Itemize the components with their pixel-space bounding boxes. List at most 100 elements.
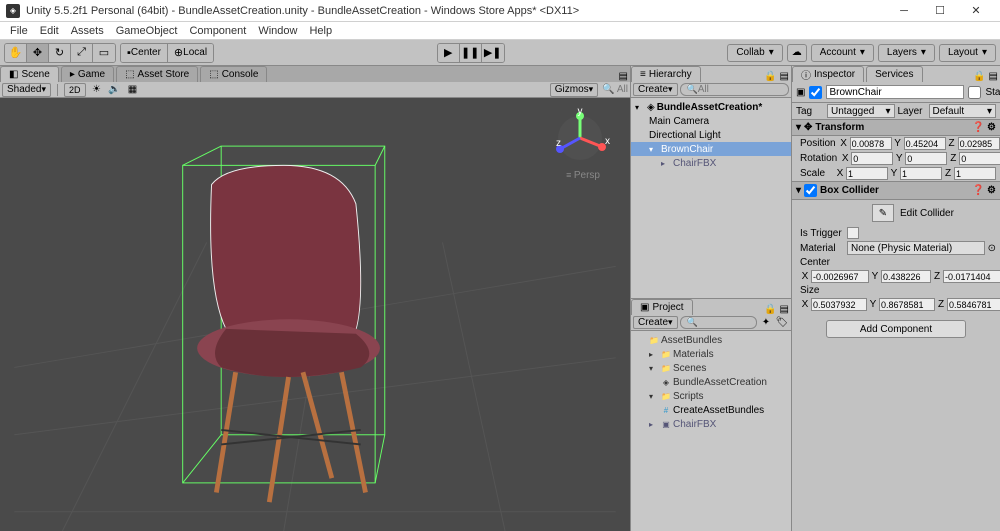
tab-menu-icon[interactable]: ▤ xyxy=(619,71,630,82)
tab-console[interactable]: ⬚Console xyxy=(200,66,267,82)
menu-assets[interactable]: Assets xyxy=(65,23,110,39)
position-z-input[interactable] xyxy=(958,137,1000,150)
center-z-input[interactable] xyxy=(943,270,1000,283)
rotate-tool[interactable]: ↻ xyxy=(49,44,71,62)
project-folder-scripts[interactable]: ▾📁Scripts xyxy=(631,389,791,403)
project-label-icon[interactable]: 🏷 xyxy=(775,317,789,328)
project-folder-scenes[interactable]: ▾📁Scenes xyxy=(631,361,791,375)
close-button[interactable]: ✕ xyxy=(958,0,994,22)
menu-edit[interactable]: Edit xyxy=(34,23,65,39)
size-y-input[interactable] xyxy=(879,298,935,311)
layer-dropdown[interactable]: Default▾ xyxy=(929,104,997,118)
tab-services[interactable]: Services xyxy=(866,66,922,82)
hierarchy-item-chairfbx[interactable]: ▸ChairFBX xyxy=(631,156,791,170)
static-checkbox[interactable] xyxy=(968,86,981,99)
boxcollider-help-icon[interactable]: ❓ xyxy=(972,185,984,196)
hierarchy-scene-root[interactable]: ▾◈ BundleAssetCreation* xyxy=(631,100,791,114)
gameobject-name-input[interactable] xyxy=(826,85,964,99)
size-x-input[interactable] xyxy=(811,298,867,311)
position-y-input[interactable] xyxy=(904,137,946,150)
rotation-y-input[interactable] xyxy=(905,152,947,165)
project-create-dropdown[interactable]: Create ▾ xyxy=(633,316,678,329)
collab-dropdown[interactable]: Collab ▾ xyxy=(727,44,782,62)
menu-window[interactable]: Window xyxy=(252,23,303,39)
maximize-button[interactable]: ☐ xyxy=(922,0,958,22)
project-folder-materials[interactable]: ▸📁Materials xyxy=(631,347,791,361)
physic-material-field[interactable]: None (Physic Material) xyxy=(847,241,985,255)
scene-render xyxy=(0,98,630,531)
hierarchy-search-input[interactable]: 🔍All xyxy=(680,83,789,96)
tab-inspector[interactable]: ⓘ Inspector xyxy=(792,66,864,82)
gameobject-active-checkbox[interactable] xyxy=(809,86,822,99)
lighting-toggle-icon[interactable]: ☀ xyxy=(90,83,104,97)
tab-hierarchy[interactable]: ≡ Hierarchy xyxy=(631,66,701,82)
menu-gameobject[interactable]: GameObject xyxy=(110,23,184,39)
boxcollider-gear-icon[interactable]: ⚙ xyxy=(987,185,996,196)
account-dropdown[interactable]: Account ▾ xyxy=(811,44,874,62)
pause-button[interactable]: ❚❚ xyxy=(460,44,482,62)
tab-game[interactable]: ▸Game xyxy=(61,66,114,82)
scale-x-input[interactable] xyxy=(846,167,888,180)
hierarchy-item-main-camera[interactable]: Main Camera xyxy=(631,114,791,128)
center-y-input[interactable] xyxy=(881,270,931,283)
istrigger-checkbox[interactable] xyxy=(847,227,859,239)
transform-gear-icon[interactable]: ⚙ xyxy=(987,122,996,133)
static-label: Static xyxy=(985,87,1000,98)
tab-project[interactable]: ▣ Project xyxy=(631,299,693,315)
scene-search-input[interactable]: 🔍 All xyxy=(602,84,628,95)
add-component-button[interactable]: Add Component xyxy=(826,320,966,338)
scale-y-input[interactable] xyxy=(900,167,942,180)
layers-dropdown[interactable]: Layers ▾ xyxy=(878,44,935,62)
edit-collider-button[interactable]: ✎ xyxy=(872,204,894,222)
move-tool[interactable]: ✥ xyxy=(27,44,49,62)
project-prefab-chairfbx[interactable]: ▸▣ChairFBX xyxy=(631,417,791,431)
cloud-button[interactable]: ☁ xyxy=(787,44,807,62)
center-x-input[interactable] xyxy=(811,270,869,283)
local-space-button[interactable]: ⊕ Local xyxy=(168,44,213,62)
size-z-input[interactable] xyxy=(947,298,1000,311)
position-x-input[interactable] xyxy=(850,137,892,150)
scale-z-input[interactable] xyxy=(954,167,996,180)
step-button[interactable]: ▶❚ xyxy=(482,44,504,62)
tag-dropdown[interactable]: Untagged▾ xyxy=(827,104,895,118)
project-folder-assetbundles[interactable]: 📁AssetBundles xyxy=(631,333,791,347)
hand-tool[interactable]: ✋ xyxy=(5,44,27,62)
project-filter-icon[interactable]: ✦ xyxy=(759,317,773,328)
scale-tool[interactable]: ⤢ xyxy=(71,44,93,62)
hierarchy-item-brownchair[interactable]: ▾BrownChair xyxy=(631,142,791,156)
boxcollider-component-header[interactable]: ▾ Box Collider ❓ ⚙ xyxy=(792,181,1000,200)
layout-dropdown[interactable]: Layout ▾ xyxy=(939,44,996,62)
scene-viewport[interactable]: y x z ≡ Persp xyxy=(0,98,630,531)
project-script-createassetbundles[interactable]: #CreateAssetBundles xyxy=(631,403,791,417)
menu-help[interactable]: Help xyxy=(303,23,338,39)
rotation-x-input[interactable] xyxy=(851,152,893,165)
menu-component[interactable]: Component xyxy=(183,23,252,39)
project-scene-bundleassetcreation[interactable]: ◈BundleAssetCreation xyxy=(631,375,791,389)
perspective-label[interactable]: ≡ Persp xyxy=(566,170,600,181)
minimize-button[interactable]: ─ xyxy=(886,0,922,22)
center-pivot-button[interactable]: ▪ Center xyxy=(121,44,168,62)
position-label: Position xyxy=(796,138,836,149)
fx-toggle-icon[interactable]: ▦ xyxy=(126,83,140,97)
project-lock-icon[interactable]: 🔒 ▤ xyxy=(764,304,791,315)
shading-mode-dropdown[interactable]: Shaded ▾ xyxy=(2,83,51,97)
transform-component-header[interactable]: ▾✥ Transform ❓ ⚙ xyxy=(792,119,1000,136)
project-search-input[interactable]: 🔍 xyxy=(680,316,757,329)
play-button[interactable]: ▶ xyxy=(438,44,460,62)
2d-toggle[interactable]: 2D xyxy=(64,83,86,97)
audio-toggle-icon[interactable]: 🔊 xyxy=(108,83,122,97)
material-picker-icon[interactable]: ⊙ xyxy=(988,243,996,254)
inspector-lock-icon[interactable]: 🔒 ▤ xyxy=(973,71,1000,82)
tab-asset-store[interactable]: ⬚Asset Store xyxy=(116,66,198,82)
boxcollider-enabled-checkbox[interactable] xyxy=(804,184,817,197)
hierarchy-lock-icon[interactable]: 🔒 ▤ xyxy=(764,71,791,82)
hierarchy-item-directional-light[interactable]: Directional Light xyxy=(631,128,791,142)
gizmos-dropdown[interactable]: Gizmos ▾ xyxy=(550,83,598,97)
hierarchy-create-dropdown[interactable]: Create ▾ xyxy=(633,83,678,96)
rotation-z-input[interactable] xyxy=(959,152,1000,165)
menu-file[interactable]: File xyxy=(4,23,34,39)
transform-help-icon[interactable]: ❓ xyxy=(972,122,984,133)
orientation-gizmo[interactable]: y x z xyxy=(550,108,610,168)
tab-scene[interactable]: ◧Scene xyxy=(0,66,59,82)
rect-tool[interactable]: ▭ xyxy=(93,44,115,62)
